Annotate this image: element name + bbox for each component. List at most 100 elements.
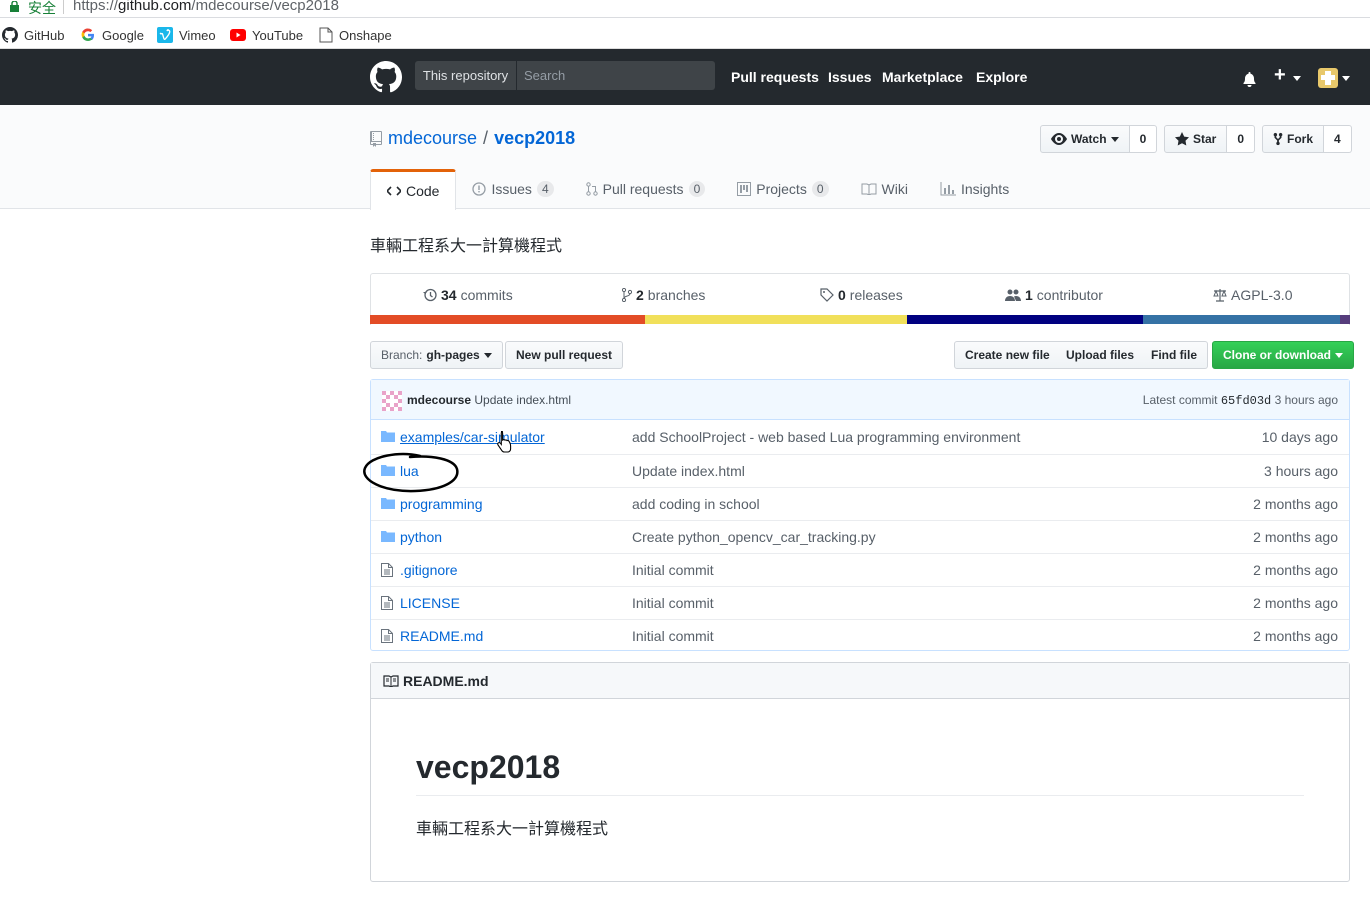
contributors-stat[interactable]: 1 contributor	[1005, 287, 1103, 303]
chevron-down-icon	[1335, 352, 1343, 358]
language-segment[interactable]	[370, 315, 646, 324]
fork-button[interactable]: Fork	[1262, 125, 1325, 153]
file-commit-message[interactable]: Initial commit	[632, 562, 714, 578]
file-commit-message[interactable]: add coding in school	[632, 496, 760, 512]
tab-issues[interactable]: Issues 4	[456, 169, 569, 209]
file-commit-message[interactable]: Initial commit	[632, 595, 714, 611]
find-file-button[interactable]: Find file	[1141, 341, 1208, 369]
license-stat[interactable]: AGPL-3.0	[1213, 287, 1292, 303]
plus-icon[interactable]: +	[1274, 64, 1286, 87]
file-commit-message[interactable]: add SchoolProject - web based Lua progra…	[632, 429, 1020, 445]
commit-author[interactable]: mdecourse	[407, 393, 471, 407]
file-row: lua Update index.html 3 hours ago	[371, 454, 1349, 487]
tab-insights[interactable]: Insights	[924, 169, 1025, 209]
releases-stat[interactable]: 0 releases	[820, 287, 903, 303]
search-scope-label: This repository	[415, 61, 517, 90]
fork-count[interactable]: 4	[1324, 125, 1352, 153]
file-icon	[381, 563, 393, 577]
commit-sha[interactable]: 65fd03d	[1221, 394, 1271, 408]
fork-icon	[1273, 132, 1283, 146]
watch-count[interactable]: 0	[1129, 125, 1158, 153]
chevron-down-icon	[483, 352, 492, 358]
file-commit-message[interactable]: Initial commit	[632, 628, 714, 644]
search-input[interactable]: Search	[524, 61, 565, 90]
bookmark-google[interactable]: Google	[80, 26, 144, 44]
eye-icon	[1051, 133, 1067, 145]
file-name-link[interactable]: LICENSE	[400, 595, 460, 611]
language-segment[interactable]	[1340, 315, 1350, 324]
avatar[interactable]	[382, 391, 402, 411]
latest-commit-label: Latest commit	[1142, 393, 1218, 407]
bookmark-youtube[interactable]: YouTube	[230, 26, 303, 44]
fork-group: Fork 4	[1262, 125, 1352, 153]
branches-stat[interactable]: 2 branches	[622, 287, 705, 303]
file-name-link[interactable]: .gitignore	[400, 562, 458, 578]
browser-url-bar[interactable]: 安全 https://github.com/mdecourse/vecp2018	[0, 0, 1370, 18]
upload-files-button[interactable]: Upload files	[1056, 341, 1146, 369]
file-age: 3 hours ago	[1264, 463, 1338, 479]
file-row: examples/car-simulator add SchoolProject …	[371, 421, 1349, 454]
bookmark-github[interactable]: GitHub	[2, 26, 64, 44]
branch-select-button[interactable]: Branch: gh-pages	[370, 341, 503, 369]
branches-label: branches	[647, 287, 706, 303]
file-name-link[interactable]: programming	[400, 496, 482, 512]
language-bar[interactable]	[370, 315, 1350, 324]
folder-icon	[381, 531, 395, 542]
readme-header: README.md	[371, 663, 1349, 699]
file-name-link[interactable]: python	[400, 529, 442, 545]
language-segment[interactable]	[907, 315, 1144, 324]
issue-icon	[472, 182, 487, 196]
github-logo-icon[interactable]	[370, 61, 402, 93]
issues-counter: 4	[536, 181, 554, 197]
clone-label: Clone or download	[1223, 348, 1331, 362]
book-icon	[383, 674, 399, 687]
bookmark-onshape[interactable]: Onshape	[319, 26, 392, 44]
history-icon	[423, 288, 437, 302]
nav-pull-requests[interactable]: Pull requests	[731, 69, 819, 85]
commit-message[interactable]: Update index.html	[474, 393, 571, 407]
tab-projects[interactable]: Projects 0	[721, 169, 844, 209]
new-pull-request-button[interactable]: New pull request	[505, 341, 624, 369]
nav-marketplace[interactable]: Marketplace	[882, 69, 963, 85]
star-count[interactable]: 0	[1227, 125, 1256, 153]
star-button[interactable]: Star	[1164, 125, 1228, 153]
tab-label: Wiki	[881, 181, 908, 197]
file-age: 2 months ago	[1253, 562, 1338, 578]
file-icon	[381, 629, 393, 643]
file-name-link[interactable]: examples/car-simulator	[400, 429, 545, 445]
avatar[interactable]	[1318, 68, 1338, 88]
watch-button[interactable]: Watch	[1040, 125, 1130, 153]
repo-owner-link[interactable]: mdecourse	[388, 128, 477, 149]
language-segment[interactable]	[645, 315, 908, 324]
file-commit-message[interactable]: Update index.html	[632, 463, 745, 479]
pull-request-icon	[585, 182, 598, 196]
file-icon	[381, 596, 393, 610]
search-box[interactable]: This repository Search	[415, 61, 715, 90]
url-text[interactable]: https://github.com/mdecourse/vecp2018	[73, 0, 339, 14]
file-commit-message[interactable]: Create python_opencv_car_tracking.py	[632, 529, 876, 545]
repo-separator: /	[483, 128, 489, 148]
tab-code[interactable]: Code	[370, 169, 457, 210]
project-icon	[737, 182, 752, 196]
chevron-down-icon[interactable]	[1342, 76, 1350, 81]
language-segment[interactable]	[1143, 315, 1341, 324]
nav-explore[interactable]: Explore	[976, 69, 1027, 85]
nav-issues[interactable]: Issues	[828, 69, 872, 85]
file-name-link[interactable]: README.md	[400, 628, 483, 644]
folder-icon	[381, 431, 395, 442]
tab-label: Projects	[756, 181, 807, 197]
vimeo-icon	[157, 27, 173, 43]
tab-pull-requests[interactable]: Pull requests 0	[570, 169, 722, 209]
tab-wiki[interactable]: Wiki	[845, 169, 924, 209]
bell-icon[interactable]	[1242, 71, 1257, 87]
bookmark-label: GitHub	[24, 27, 65, 43]
chevron-down-icon[interactable]	[1293, 76, 1301, 81]
repo-name-link[interactable]: vecp2018	[494, 128, 575, 149]
tab-label: Issues	[491, 181, 532, 197]
create-new-file-button[interactable]: Create new file	[954, 341, 1061, 369]
clone-or-download-button[interactable]: Clone or download	[1212, 341, 1354, 369]
code-icon	[387, 186, 401, 196]
commit-summary: mdecourse Update index.html	[407, 393, 571, 407]
bookmark-vimeo[interactable]: Vimeo	[157, 26, 216, 44]
commits-stat[interactable]: 34 commits	[423, 287, 513, 303]
